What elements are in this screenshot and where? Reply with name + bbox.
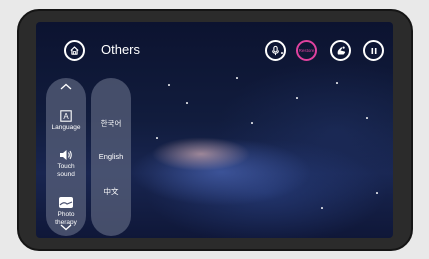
- language-option-english[interactable]: English: [91, 152, 131, 161]
- menu-item-label: Touch sound: [57, 163, 75, 178]
- top-bar: Others Restore: [36, 22, 393, 78]
- speaker-icon: [60, 150, 72, 160]
- chevron-up-icon[interactable]: [60, 83, 72, 90]
- massage-chair-button[interactable]: [330, 40, 351, 61]
- menu-item-label: Language: [51, 124, 81, 131]
- pause-button[interactable]: [363, 40, 384, 61]
- home-button[interactable]: [64, 40, 85, 61]
- home-icon: [70, 46, 79, 55]
- language-list: 한국어 English 中文: [91, 78, 131, 236]
- pause-icon: [371, 47, 376, 54]
- screen: Others Restore A Language Touch sound Ph…: [36, 22, 393, 238]
- menu-item-photo-therapy[interactable]: Photo therapy: [46, 196, 86, 227]
- chevron-down-icon[interactable]: [60, 224, 72, 231]
- svg-text:A: A: [63, 112, 69, 121]
- menu-item-touch-sound[interactable]: Touch sound: [46, 149, 86, 179]
- massage-chair-icon: [337, 46, 345, 54]
- settings-menu: A Language Touch sound Photo therapy: [46, 78, 86, 236]
- language-option-chinese[interactable]: 中文: [91, 186, 131, 197]
- page-title: Others: [101, 42, 141, 57]
- restore-button[interactable]: Restore: [296, 40, 317, 61]
- photo-therapy-icon: [59, 197, 73, 208]
- language-icon: A: [60, 110, 72, 122]
- language-option-korean[interactable]: 한국어: [91, 118, 131, 129]
- menu-item-language[interactable]: A Language: [46, 110, 86, 132]
- restore-icon: Restore: [298, 48, 315, 53]
- microphone-icon: [272, 45, 279, 56]
- voice-button[interactable]: [265, 40, 286, 61]
- device-frame: Others Restore A Language Touch sound Ph…: [17, 9, 413, 251]
